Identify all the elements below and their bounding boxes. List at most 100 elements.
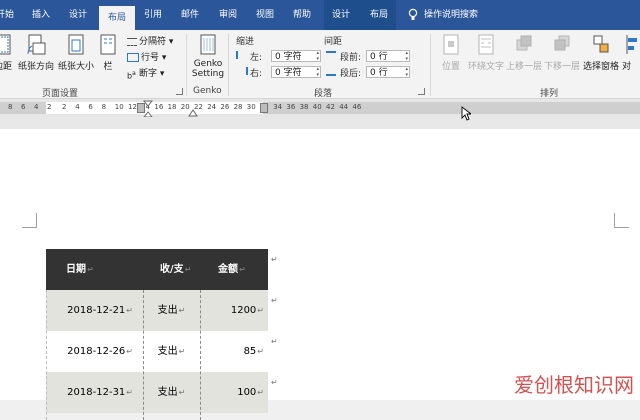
margins-button[interactable]: 边距 bbox=[0, 34, 16, 72]
send-backward-icon bbox=[554, 35, 570, 51]
tab-insert[interactable]: 插入 bbox=[28, 0, 54, 30]
column-marker-icon[interactable] bbox=[137, 103, 145, 113]
space-after-icon bbox=[326, 67, 336, 76]
mouse-pointer-icon bbox=[461, 106, 471, 121]
table-cell[interactable]: 1200↵ bbox=[200, 290, 268, 331]
crop-mark bbox=[614, 213, 629, 228]
ruler-number: 28 bbox=[233, 103, 243, 111]
line-numbers-icon bbox=[127, 53, 139, 62]
group-separator bbox=[228, 34, 229, 96]
watermark: 爱创根知识网 bbox=[514, 373, 634, 397]
tab-references[interactable]: 引用 bbox=[140, 0, 166, 30]
hyphenation-button[interactable]: ba 断字 ▾ bbox=[127, 66, 164, 80]
paragraph-group-label: 段落 bbox=[314, 89, 333, 99]
indent-left-label: 左: bbox=[250, 53, 263, 63]
table-header-cell[interactable]: 收/支↵ bbox=[160, 249, 212, 290]
bring-forward-button[interactable]: 上移一层 bbox=[504, 34, 544, 72]
align-button[interactable]: 对 bbox=[622, 34, 640, 72]
table-header-row: 日期↵ 收/支↵ 金额↵ bbox=[46, 249, 268, 290]
ruler-number: 36 bbox=[286, 103, 296, 111]
ruler-number: 30 bbox=[246, 103, 256, 111]
align-icon bbox=[626, 35, 637, 54]
indent-right-field[interactable]: 0 字符 bbox=[271, 66, 321, 78]
indent-left-icon bbox=[236, 51, 248, 59]
column-gridline bbox=[200, 290, 201, 420]
ruler-number: 40 bbox=[312, 103, 322, 111]
tab-layout[interactable]: 布局 bbox=[99, 6, 135, 30]
position-icon bbox=[443, 34, 459, 55]
row-end-mark: ↵ bbox=[271, 296, 278, 305]
table-cell[interactable]: 支出↵ bbox=[143, 331, 200, 372]
column-gridline bbox=[143, 290, 144, 420]
lightbulb-icon bbox=[408, 8, 418, 20]
ruler-number: 6 bbox=[21, 103, 26, 111]
document-canvas: 日期↵ 收/支↵ 金额↵ 2018-12-21↵ 支出↵ 1200↵ 2018-… bbox=[0, 117, 640, 420]
horizontal-ruler[interactable]: 8642246810121416182022242628303234363840… bbox=[0, 102, 640, 114]
wrap-text-icon bbox=[478, 34, 494, 55]
paragraph-dialog-launcher[interactable] bbox=[418, 88, 425, 95]
indent-right-label: 右: bbox=[250, 69, 263, 79]
breaks-icon bbox=[127, 37, 137, 46]
table-cell[interactable]: 2018-12-26↵ bbox=[46, 331, 143, 372]
table-row: 2018-12-21↵ 支出↵ 1200↵ bbox=[46, 290, 268, 331]
ruler-number: 18 bbox=[167, 103, 177, 111]
space-after-field[interactable]: 0 行 bbox=[366, 66, 410, 78]
breaks-button[interactable]: 分隔符 ▾ bbox=[127, 34, 173, 47]
table-header-cell[interactable]: 金额↵ bbox=[218, 249, 268, 290]
ribbon-tab-bar: 开始 插入 设计 布局 引用 邮件 审阅 视图 帮助 设计 布局 操作说明搜索 bbox=[0, 0, 640, 30]
position-button[interactable]: 位置 bbox=[434, 34, 468, 72]
indent-right-icon bbox=[236, 67, 248, 75]
table-cell[interactable]: 2018-12-21↵ bbox=[46, 290, 143, 331]
right-indent-marker[interactable] bbox=[188, 105, 198, 117]
tab-home[interactable]: 开始 bbox=[0, 0, 18, 30]
ruler-number: 4 bbox=[34, 103, 39, 111]
indent-left-field[interactable]: 0 字符 bbox=[271, 50, 321, 62]
row-end-mark: ↵ bbox=[271, 378, 278, 387]
page-setup-group-label: 页面设置 bbox=[42, 89, 79, 99]
spacing-header: 间距 bbox=[324, 37, 343, 47]
tab-table-layout[interactable]: 布局 bbox=[364, 0, 394, 30]
genko-grid-icon bbox=[200, 34, 216, 55]
columns-icon bbox=[100, 34, 116, 55]
columns-button[interactable]: 栏 bbox=[98, 34, 118, 72]
space-before-icon bbox=[326, 51, 336, 60]
table-header-cell[interactable]: 日期↵ bbox=[66, 249, 142, 290]
genko-setting-button[interactable]: Genko Setting bbox=[190, 34, 226, 79]
arrange-group-label: 排列 bbox=[540, 89, 559, 99]
horizontal-ruler-area: 8642246810121416182022242628303234363840… bbox=[0, 99, 640, 118]
paper-size-button[interactable]: 纸张大小 bbox=[56, 34, 96, 72]
space-before-field[interactable]: 0 行 bbox=[366, 50, 410, 62]
tab-view[interactable]: 视图 bbox=[252, 0, 278, 30]
ruler-number: 42 bbox=[326, 103, 335, 111]
ruler-number: 26 bbox=[220, 103, 230, 111]
orientation-button[interactable]: 纸张方向 bbox=[16, 34, 56, 72]
table-cell[interactable]: 100↵ bbox=[200, 372, 268, 413]
tab-help[interactable]: 帮助 bbox=[288, 0, 316, 30]
ruler-number: 8 bbox=[8, 103, 13, 111]
table-cell[interactable]: 85↵ bbox=[200, 331, 268, 372]
tab-review[interactable]: 审阅 bbox=[214, 0, 242, 30]
row-end-mark: ↵ bbox=[271, 337, 278, 346]
table-cell[interactable]: 支出↵ bbox=[143, 290, 200, 331]
ruler-number: 2 bbox=[62, 103, 67, 111]
column-marker-icon[interactable] bbox=[260, 103, 268, 113]
row-end-mark: ↵ bbox=[271, 255, 278, 264]
document-page[interactable]: 日期↵ 收/支↵ 金额↵ 2018-12-21↵ 支出↵ 1200↵ 2018-… bbox=[0, 129, 640, 420]
tab-table-design[interactable]: 设计 bbox=[326, 0, 356, 30]
table-cell[interactable]: 支出↵ bbox=[143, 372, 200, 413]
page-setup-dialog-launcher[interactable] bbox=[176, 88, 183, 95]
tell-me-search[interactable]: 操作说明搜索 bbox=[424, 0, 486, 30]
selection-pane-button[interactable]: 选择窗格 bbox=[582, 34, 620, 72]
ruler-number: 12 bbox=[128, 103, 137, 111]
margins-icon bbox=[0, 34, 11, 55]
selection-pane-icon bbox=[593, 35, 609, 53]
genko-group-label: Genko bbox=[193, 86, 222, 96]
column-gridline bbox=[46, 290, 47, 420]
send-backward-button[interactable]: 下移一层 bbox=[542, 34, 582, 72]
table-cell[interactable]: 2018-12-31↵ bbox=[46, 372, 143, 413]
tab-mailings[interactable]: 邮件 bbox=[176, 0, 204, 30]
wrap-text-button[interactable]: 环绕文字 bbox=[466, 34, 506, 72]
ruler-number: 34 bbox=[273, 103, 283, 111]
line-numbers-button[interactable]: 行号 ▾ bbox=[127, 50, 166, 63]
tab-design[interactable]: 设计 bbox=[64, 0, 92, 30]
